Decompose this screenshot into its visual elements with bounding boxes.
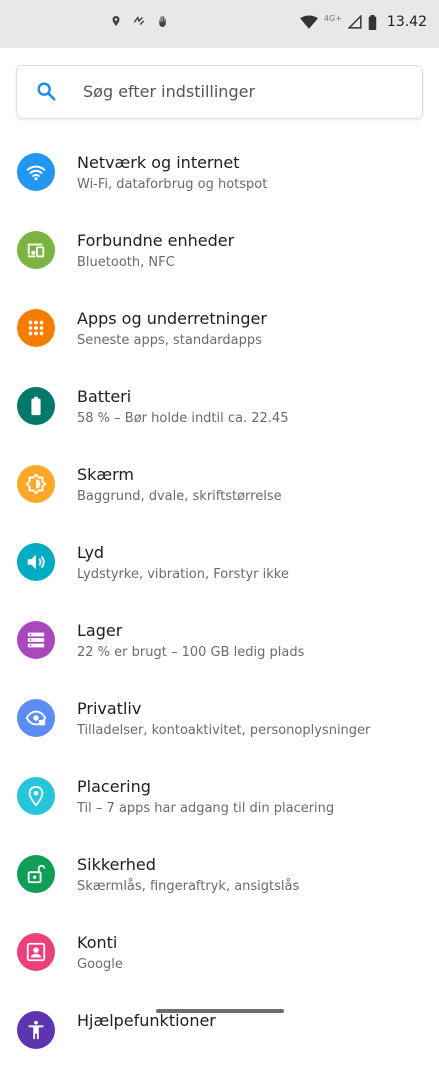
setting-title: Skærm [77, 465, 135, 484]
setting-title: Sikkerhed [77, 855, 156, 874]
setting-privacy[interactable]: Privatliv Tilladelser, kontoaktivitet, p… [0, 682, 439, 760]
setting-title: Netværk og internet [77, 153, 240, 172]
network-type-label: 4G+ [323, 13, 342, 23]
setting-storage[interactable]: Lager 22 % er brugt – 100 GB ledig plads [0, 604, 439, 682]
setting-subtitle: Til – 7 apps har adgang til din placerin… [77, 801, 335, 816]
setting-subtitle: Bluetooth, NFC [77, 255, 175, 270]
setting-sound[interactable]: Lyd Lydstyrke, vibration, Forstyr ikke [0, 526, 439, 604]
devices-icon [17, 231, 55, 269]
search-placeholder: Søg efter indstillinger [83, 82, 256, 101]
setting-subtitle: Google [77, 957, 123, 972]
gesture-navigation-handle[interactable] [156, 1009, 284, 1013]
setting-location[interactable]: Placering Til – 7 apps har adgang til di… [0, 760, 439, 838]
setting-subtitle: Baggrund, dvale, skriftstørrelse [77, 489, 282, 504]
setting-title: Privatliv [77, 699, 142, 718]
account-box-icon [17, 933, 55, 971]
wifi-icon [17, 153, 55, 191]
setting-title: Batteri [77, 387, 132, 406]
setting-subtitle: Skærmlås, fingeraftryk, ansigtslås [77, 879, 300, 894]
setting-accounts[interactable]: Konti Google [0, 916, 439, 994]
lock-open-icon [17, 855, 55, 893]
setting-title: Lyd [77, 543, 105, 562]
apps-grid-icon [17, 309, 55, 347]
setting-network[interactable]: Netværk og internet Wi-Fi, dataforbrug o… [0, 136, 439, 214]
setting-title: Lager [77, 621, 123, 640]
status-time: 13.42 [386, 14, 427, 30]
setting-title: Apps og underretninger [77, 309, 267, 328]
setting-accessibility[interactable]: Hjælpefunktioner [0, 994, 439, 1072]
battery-icon [17, 387, 55, 425]
volume-icon [17, 543, 55, 581]
search-icon [37, 82, 56, 101]
setting-title: Hjælpefunktioner [77, 1011, 216, 1030]
setting-subtitle: Lydstyrke, vibration, Forstyr ikke [77, 567, 289, 582]
setting-subtitle: Seneste apps, standardapps [77, 333, 262, 348]
setting-title: Forbundne enheder [77, 231, 235, 250]
setting-display[interactable]: Skærm Baggrund, dvale, skriftstørrelse [0, 448, 439, 526]
setting-subtitle: Tilladelser, kontoaktivitet, personoplys… [77, 723, 371, 738]
signal-icon [347, 15, 362, 29]
brightness-icon [17, 465, 55, 503]
setting-apps[interactable]: Apps og underretninger Seneste apps, sta… [0, 292, 439, 370]
storage-icon [17, 621, 55, 659]
setting-subtitle: 22 % er brugt – 100 GB ledig plads [77, 645, 305, 660]
accessibility-icon [17, 1011, 55, 1049]
location-icon [112, 16, 120, 26]
wifi-icon [299, 15, 318, 29]
setting-subtitle: 58 % – Bør holde indtil ca. 22.45 [77, 411, 289, 426]
privacy-eye-icon [17, 699, 55, 737]
setting-subtitle: Wi-Fi, dataforbrug og hotspot [77, 177, 268, 192]
battery-icon [368, 14, 377, 30]
hand-icon [159, 16, 166, 27]
settings-list: Netværk og internet Wi-Fi, dataforbrug o… [0, 136, 439, 1072]
location-pin-icon [17, 777, 55, 815]
link-icon [133, 15, 145, 26]
search-bar[interactable]: Søg efter indstillinger [16, 65, 423, 119]
setting-title: Placering [77, 777, 151, 796]
setting-battery[interactable]: Batteri 58 % – Bør holde indtil ca. 22.4… [0, 370, 439, 448]
setting-title: Konti [77, 933, 118, 952]
setting-security[interactable]: Sikkerhed Skærmlås, fingeraftryk, ansigt… [0, 838, 439, 916]
status-bar: 4G+ 13.42 [0, 0, 439, 48]
setting-devices[interactable]: Forbundne enheder Bluetooth, NFC [0, 214, 439, 292]
